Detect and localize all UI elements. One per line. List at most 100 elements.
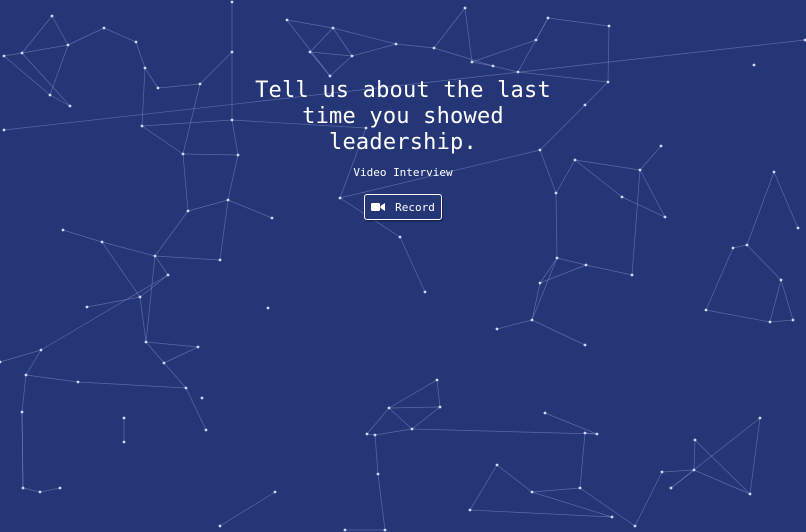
network-node — [350, 54, 354, 58]
network-node — [693, 438, 697, 442]
network-edge — [103, 27, 137, 43]
network-edge — [163, 346, 199, 364]
network-edge — [286, 19, 334, 29]
network-edge — [77, 381, 187, 389]
network-edge — [145, 341, 199, 348]
network-node — [58, 486, 62, 490]
network-node — [76, 380, 80, 384]
network-node — [578, 486, 582, 490]
network-edge — [163, 362, 187, 389]
network-node — [20, 410, 24, 414]
network-node — [162, 361, 166, 365]
network-edge — [547, 17, 610, 27]
network-node — [595, 432, 599, 436]
network-node — [555, 256, 559, 260]
network-node — [66, 43, 70, 47]
network-edge — [309, 27, 334, 53]
network-node — [633, 524, 637, 528]
network-node — [610, 515, 614, 519]
network-edge — [139, 296, 147, 343]
network-edge — [492, 65, 519, 73]
network-edge — [705, 309, 771, 323]
network-edge — [395, 43, 435, 49]
network-edge — [21, 44, 69, 54]
network-edge — [86, 296, 141, 308]
network-edge — [135, 41, 146, 69]
network-edge — [154, 255, 169, 276]
network-node — [144, 340, 148, 344]
network-node — [410, 427, 414, 431]
network-node — [166, 273, 170, 277]
network-edge — [411, 428, 598, 435]
network-node — [583, 431, 587, 435]
network-node — [538, 281, 542, 285]
network-node — [308, 50, 312, 54]
network-node — [516, 70, 520, 74]
network-node — [196, 345, 200, 349]
network-node — [100, 240, 104, 244]
network-edge — [471, 39, 537, 63]
question-heading: Tell us about the last time you showed l… — [255, 78, 551, 155]
network-edge — [145, 341, 165, 364]
network-node — [24, 373, 28, 377]
network-node — [273, 490, 277, 494]
network-edge — [693, 439, 696, 471]
network-edge — [469, 509, 613, 518]
network-edge — [388, 406, 441, 409]
network-edge — [544, 412, 598, 435]
network-edge — [388, 379, 438, 409]
network-node — [758, 416, 762, 420]
network-edge — [374, 434, 379, 475]
network-edge — [139, 274, 169, 298]
network-edge — [469, 464, 498, 511]
network-edge — [693, 469, 751, 495]
network-edge — [531, 491, 613, 518]
network-edge — [769, 279, 782, 323]
network-edge — [436, 379, 441, 408]
network-node — [660, 470, 664, 474]
network-edge — [780, 279, 794, 321]
network-node — [491, 64, 495, 68]
network-node — [387, 406, 391, 410]
network-node — [38, 490, 42, 494]
network-node — [85, 305, 89, 309]
network-node — [102, 26, 106, 30]
network-edge — [21, 374, 27, 413]
network-edge — [531, 487, 581, 493]
network-node — [583, 343, 587, 347]
network-edge — [496, 319, 533, 330]
network-node — [0, 360, 2, 364]
network-node — [692, 468, 696, 472]
record-button[interactable]: Record — [364, 194, 442, 220]
network-edge — [531, 282, 541, 321]
network-node — [230, 50, 234, 54]
network-edge — [62, 229, 103, 243]
network-node — [432, 46, 436, 50]
network-edge — [51, 15, 69, 46]
network-node — [204, 428, 208, 432]
network-edge — [399, 236, 426, 293]
network-node — [423, 290, 427, 294]
network-edge — [670, 417, 761, 489]
network-node — [328, 74, 332, 78]
network-node — [61, 228, 65, 232]
network-edge — [433, 7, 466, 49]
network-node — [731, 246, 735, 250]
network-node — [543, 411, 547, 415]
network-node — [468, 508, 472, 512]
network-node — [463, 6, 467, 10]
network-edge — [67, 27, 105, 46]
network-node — [153, 254, 157, 258]
network-edge — [351, 43, 397, 57]
network-edge — [579, 487, 636, 527]
network-node — [796, 226, 800, 230]
network-edge — [309, 51, 331, 77]
network-edge — [556, 257, 587, 266]
network-node — [122, 416, 126, 420]
network-edge — [411, 406, 441, 430]
network-node — [495, 463, 499, 467]
network-node — [704, 308, 708, 312]
network-node — [530, 318, 534, 322]
network-node — [779, 278, 783, 282]
network-node — [530, 490, 534, 494]
